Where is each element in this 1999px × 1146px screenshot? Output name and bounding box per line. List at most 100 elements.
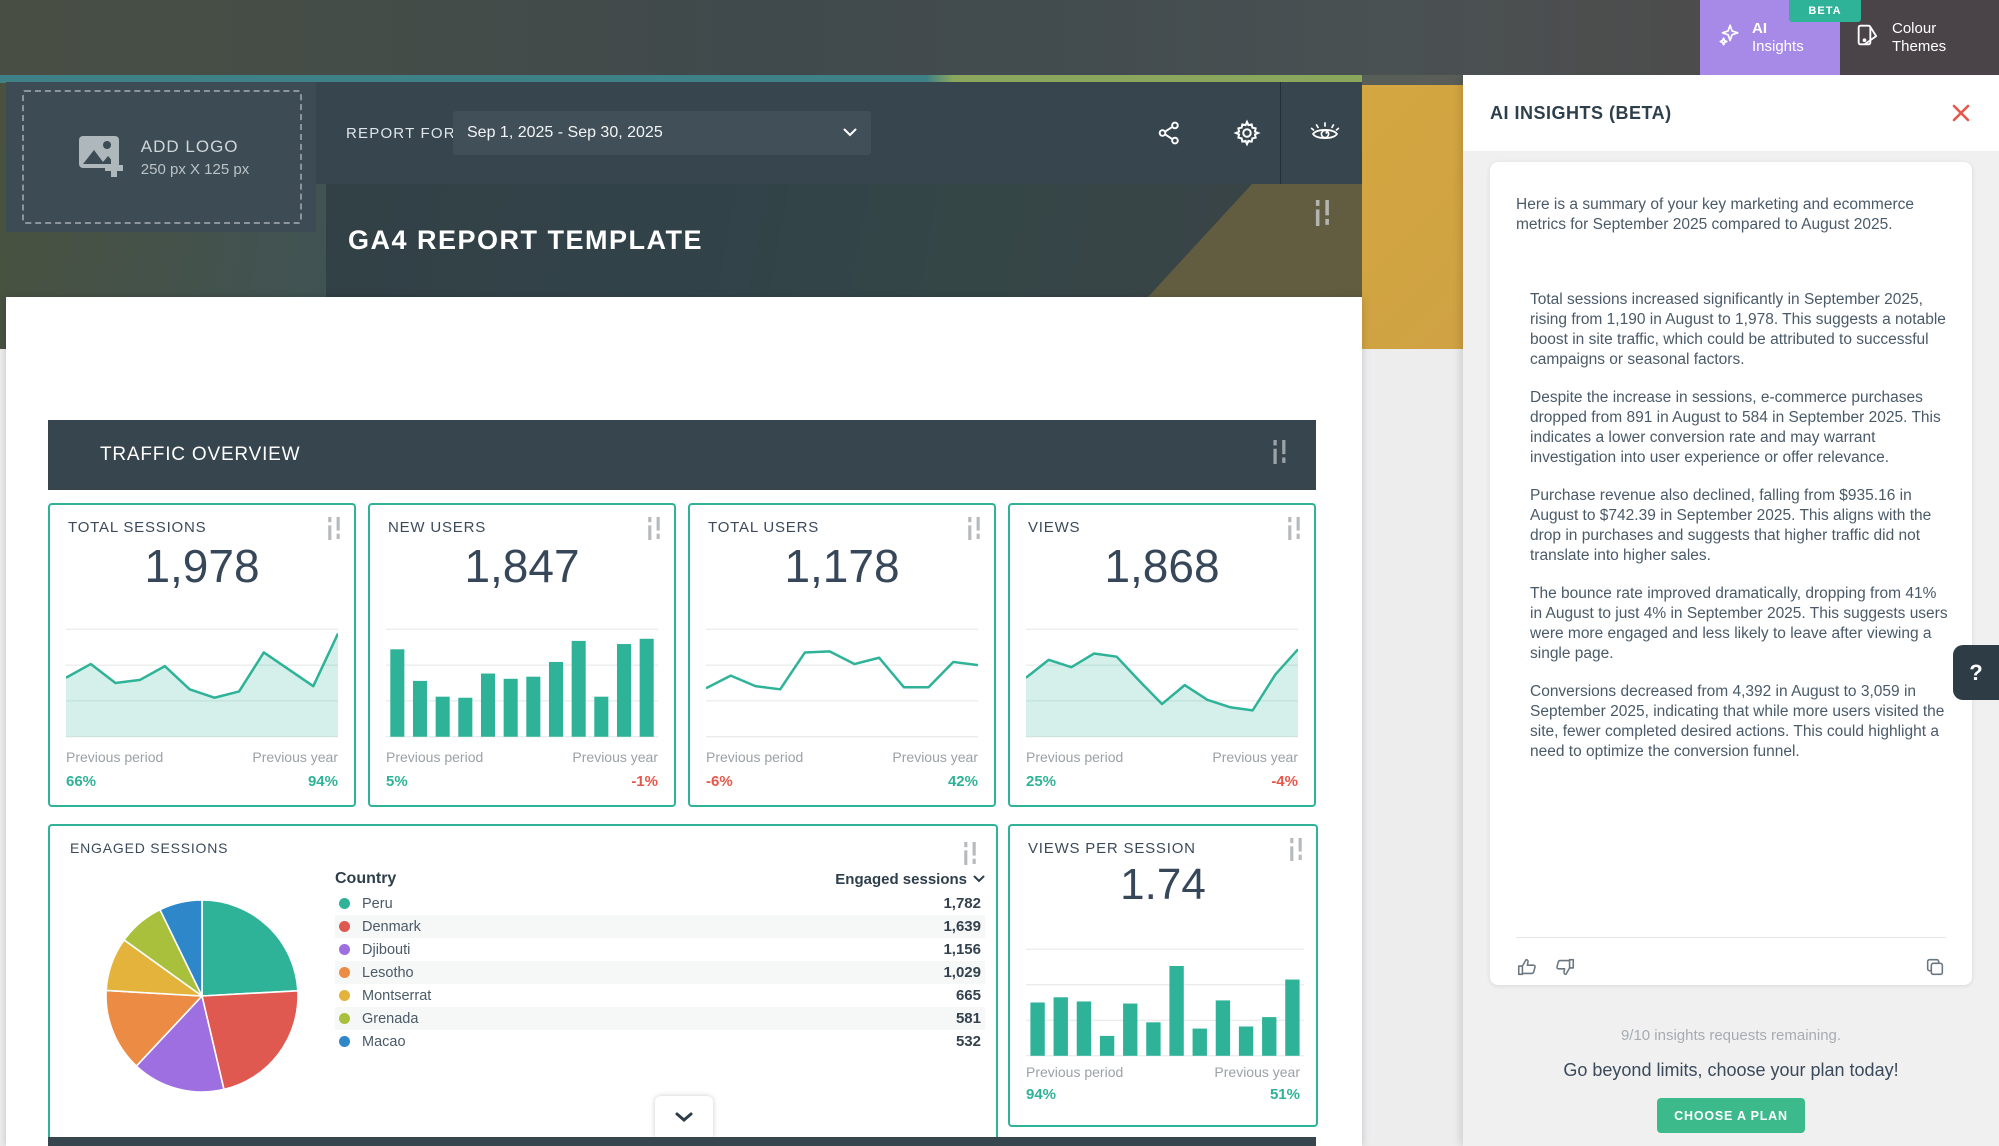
widget-chart-icon[interactable] [1314,200,1332,231]
prev-period-change: -6% [706,773,733,790]
sparkline-chart [706,627,978,739]
country-row: Djibouti1,156 [335,938,985,961]
country-value: 1,782 [943,895,981,912]
settings-button[interactable] [1212,82,1282,184]
kpi-value: 1,868 [1010,539,1314,593]
legend-dot [339,921,350,932]
colour-themes-button[interactable]: Colour Themes [1840,0,1999,75]
dimension-header: Country [335,870,396,888]
prev-year-change: -4% [1271,773,1298,790]
kpi-value: 1,978 [50,539,354,593]
kpi-title: TOTAL SESSIONS [68,519,206,536]
sparkline-chart [1026,947,1304,1058]
ai-summary-intro: Here is a summary of your key marketing … [1516,195,1948,235]
engaged-sessions-card: ENGAGED SESSIONS Country Engaged session… [48,824,998,1146]
expand-section-button[interactable] [655,1096,713,1137]
country-value: 665 [956,987,981,1004]
themes-button-line1: Colour [1892,20,1936,37]
kpi-value: 1,847 [370,539,674,593]
upsell-message: Go beyond limits, choose your plan today… [1463,1060,1999,1081]
prev-year-change: 94% [308,773,338,790]
palette-icon [1854,21,1882,54]
sparkline-chart [1026,627,1298,739]
report-title-band: GA4 REPORT TEMPLATE [326,184,1362,297]
country-value: 1,639 [943,918,981,935]
ai-panel-header: AI INSIGHTS (BETA) [1463,75,1999,151]
date-range-select[interactable]: Sep 1, 2025 - Sep 30, 2025 [453,111,871,155]
ai-insight-paragraph: Conversions decreased from 4,392 in Augu… [1530,682,1948,762]
widget-chart-icon[interactable] [1272,440,1288,469]
choose-plan-button[interactable]: CHOOSE A PLAN [1657,1098,1805,1133]
prev-period-change: 25% [1026,773,1056,790]
chevron-down-icon [973,875,985,883]
ai-panel-title: AI INSIGHTS (BETA) [1490,103,1672,124]
prev-year-label: Previous year [252,749,338,765]
country-value: 581 [956,1010,981,1027]
legend-dot [339,898,350,909]
prev-period-label: Previous period [386,749,483,765]
right-gutter [1358,349,1463,1146]
ai-insight-paragraph: Purchase revenue also declined, falling … [1530,486,1948,566]
sparkline-chart [386,627,658,739]
country-row: Montserrat 665 [335,984,985,1007]
prev-year-label: Previous year [1214,1064,1300,1080]
date-range-value: Sep 1, 2025 - Sep 30, 2025 [467,124,663,142]
country-name: Denmark [362,919,421,935]
prev-year-label: Previous year [892,749,978,765]
report-canvas: TRAFFIC OVERVIEW TOTAL SESSIONS 1,978 Pr… [6,297,1362,1146]
add-logo-label: ADD LOGO [141,137,249,157]
metric-header-dropdown[interactable]: Engaged sessions [835,871,985,888]
prev-period-label: Previous period [1026,749,1123,765]
themes-button-line2: Themes [1892,38,1946,55]
kpi-card-views-per-session: VIEWS PER SESSION 1.74 Previous periodPr… [1008,824,1318,1127]
eye-icon [1309,119,1341,147]
kpi-title: TOTAL USERS [708,519,819,536]
traffic-overview-header: TRAFFIC OVERVIEW [48,420,1316,490]
kpi-card-new-users: NEW USERS 1,847 Previous periodPrevious … [368,503,676,807]
share-icon [1156,120,1182,146]
engaged-sessions-pie [102,896,302,1096]
kpi-value: 1,178 [690,539,994,593]
kpi-title: VIEWS PER SESSION [1028,840,1196,857]
prev-year-change: 42% [948,773,978,790]
add-logo-dropzone[interactable]: ADD LOGO 250 px X 125 px [22,90,302,224]
legend-dot [339,967,350,978]
sparkline-chart [66,627,338,739]
section-title: TRAFFIC OVERVIEW [100,444,300,466]
country-name: Lesotho [362,965,414,981]
country-name: Macao [362,1034,406,1050]
help-button[interactable]: ? [1953,645,1999,700]
ai-button-line1: AI [1752,20,1767,37]
country-table: Country Engaged sessions Peru1,782Denmar… [335,866,985,1053]
ai-insight-paragraph: The bounce rate improved dramatically, d… [1530,584,1948,664]
ai-insight-paragraph: Total sessions increased significantly i… [1530,290,1948,370]
legend-dot [339,944,350,955]
ai-summary-paragraphs: Total sessions increased significantly i… [1530,290,1948,780]
card-title: ENGAGED SESSIONS [70,840,228,856]
copy-button[interactable] [1924,956,1946,978]
legend-dot [339,1036,350,1047]
country-value: 1,156 [943,941,981,958]
country-row: Denmark 1,639 [335,915,985,938]
chevron-down-icon [843,124,857,142]
prev-year-label: Previous year [1212,749,1298,765]
preview-button[interactable] [1280,82,1368,184]
prev-period-label: Previous period [66,749,163,765]
logo-panel: ADD LOGO 250 px X 125 px [6,82,316,232]
report-title: GA4 REPORT TEMPLATE [348,225,703,256]
kpi-title: NEW USERS [388,519,486,536]
report-for-label: REPORT FOR [346,82,456,184]
share-button[interactable] [1134,82,1204,184]
thumbs-down-button[interactable] [1554,956,1576,978]
ai-insight-paragraph: Despite the increase in sessions, e-comm… [1530,388,1948,468]
close-panel-button[interactable] [1947,99,1975,127]
country-value: 532 [956,1033,981,1050]
legend-dot [339,990,350,1001]
logo-size-hint: 250 px X 125 px [141,161,249,178]
country-row: Macao 532 [335,1030,985,1053]
chevron-down-icon [675,1112,693,1122]
thumbs-up-button[interactable] [1516,956,1538,978]
prev-year-change: -1% [631,773,658,790]
country-name: Montserrat [362,988,431,1004]
ai-insights-panel: AI INSIGHTS (BETA) Here is a summary of … [1463,75,1999,1146]
